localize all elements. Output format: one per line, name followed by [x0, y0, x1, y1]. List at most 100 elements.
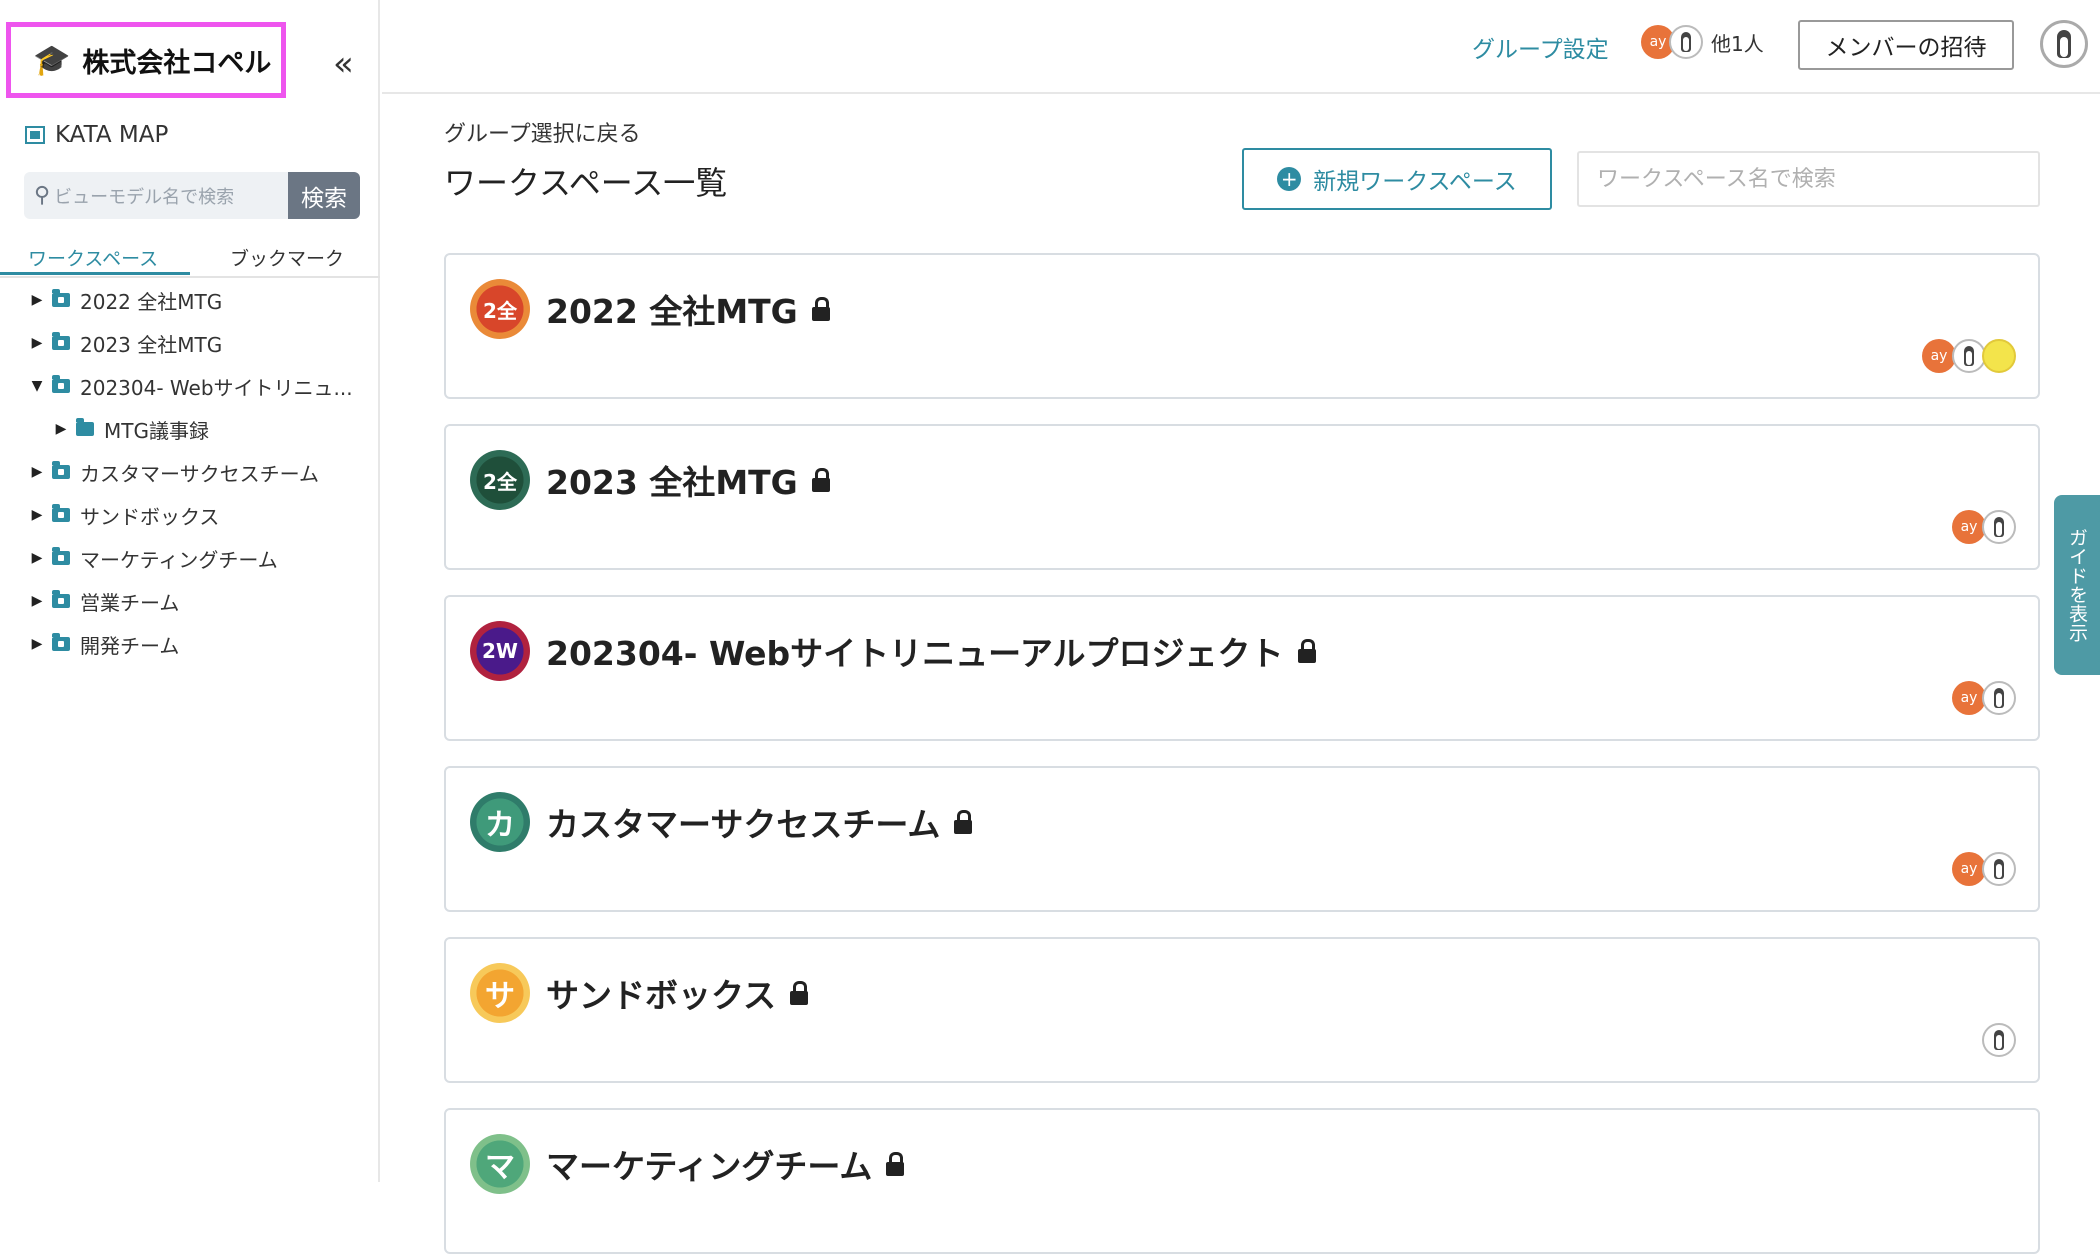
caret-right-icon[interactable]: ▶ — [30, 335, 44, 351]
kata-map-label: KATA MAP — [55, 122, 169, 148]
company-name: 株式会社コペル — [82, 47, 272, 79]
workspace-name: マーケティングチーム — [546, 1140, 905, 1188]
back-to-group-select-link[interactable]: グループ選択に戻る — [444, 116, 641, 148]
penguin-avatar-icon — [1952, 339, 1986, 373]
workspace-members: ay — [1922, 339, 2016, 373]
company-switcher[interactable]: 🎓 株式会社コペル — [6, 22, 286, 98]
workspace-icon: マ — [470, 1134, 530, 1194]
member-avatar: ay — [1922, 339, 1956, 373]
workspace-icon: サ — [470, 963, 530, 1023]
lock-icon — [1297, 639, 1316, 663]
new-workspace-button[interactable]: + 新規ワークスペース — [1242, 148, 1552, 210]
tree-item[interactable]: ▶ 2022 全社MTG — [30, 285, 222, 315]
tree-item-child[interactable]: ▶ MTG議事録 — [54, 414, 209, 444]
new-workspace-label: 新規ワークスペース — [1313, 169, 1517, 195]
penguin-avatar-icon — [1982, 510, 2016, 544]
workspace-icon: 2全 — [470, 279, 530, 339]
search-icon: ⚲ — [34, 183, 51, 208]
sidebar-tabs: ワークスペース ブックマーク — [0, 242, 380, 278]
caret-right-icon[interactable]: ▶ — [30, 636, 44, 652]
locked-folder-icon — [52, 547, 70, 565]
locked-folder-icon — [52, 289, 70, 307]
group-members[interactable]: ay 他1人 — [1641, 25, 1764, 59]
show-guide-tab[interactable]: ガイドを表示 — [2054, 495, 2100, 675]
caret-right-icon[interactable]: ▶ — [54, 421, 68, 437]
tree-item[interactable]: ▶ カスタマーサクセスチーム — [30, 457, 319, 487]
tree-item[interactable]: ▶ マーケティングチーム — [30, 543, 278, 573]
workspace-name: カスタマーサクセスチーム — [546, 798, 973, 846]
penguin-avatar-icon — [1982, 681, 2016, 715]
workspace-icon: 2W — [470, 621, 530, 681]
tree-item[interactable]: ▶ 営業チーム — [30, 586, 179, 616]
workspace-name: 202304- Webサイトリニューアルプロジェクト — [546, 627, 1316, 675]
workspace-card[interactable]: 2W 202304- Webサイトリニューアルプロジェクト ay — [444, 595, 2040, 741]
collapse-sidebar-icon[interactable]: « — [333, 44, 354, 84]
page-title: ワークスペース一覧 — [444, 164, 728, 202]
search-placeholder: ビューモデル名で検索 — [54, 186, 235, 208]
member-avatar: ay — [1952, 681, 1986, 715]
locked-folder-icon — [52, 332, 70, 350]
group-settings-link[interactable]: グループ設定 — [1472, 30, 1609, 64]
caret-right-icon[interactable]: ▶ — [30, 550, 44, 566]
workspace-icon: 2全 — [470, 450, 530, 510]
map-icon — [25, 126, 45, 144]
tree-item[interactable]: ▼ 202304- Webサイトリニュ... — [30, 371, 353, 401]
workspace-name-text: マーケティングチーム — [546, 1147, 873, 1186]
tree-item-label: サンドボックス — [80, 504, 220, 529]
workspace-members — [1982, 1023, 2016, 1057]
workspace-members: ay — [1952, 852, 2016, 886]
viewmodel-search-input[interactable]: ⚲ ビューモデル名で検索 — [24, 172, 288, 219]
search-button[interactable]: 検索 — [288, 172, 360, 219]
tab-bookmark[interactable]: ブックマーク — [230, 244, 344, 271]
workspace-card[interactable]: カ カスタマーサクセスチーム ay — [444, 766, 2040, 912]
user-avatar-penguin-icon[interactable] — [2040, 20, 2088, 68]
member-avatar: ay — [1952, 852, 1986, 886]
top-bar: グループ設定 ay 他1人 メンバーの招待 — [382, 0, 2100, 94]
tab-workspace[interactable]: ワークスペース — [28, 244, 158, 271]
caret-right-icon[interactable]: ▶ — [30, 292, 44, 308]
caret-right-icon[interactable]: ▶ — [30, 507, 44, 523]
tree-item-label: マーケティングチーム — [80, 547, 278, 572]
workspace-card[interactable]: 2全 2022 全社MTG ay — [444, 253, 2040, 399]
workspace-name-text: 2023 全社MTG — [546, 463, 798, 502]
tree-item-label: 202304- Webサイトリニュ... — [80, 375, 353, 400]
caret-down-icon[interactable]: ▼ — [30, 378, 44, 394]
caret-right-icon[interactable]: ▶ — [30, 593, 44, 609]
tree-item-label: MTG議事録 — [104, 418, 209, 443]
tree-item[interactable]: ▶ 2023 全社MTG — [30, 328, 222, 358]
workspace-card[interactable]: マ マーケティングチーム — [444, 1108, 2040, 1254]
kata-map-link[interactable]: KATA MAP — [25, 122, 168, 148]
others-count: 他1人 — [1711, 31, 1764, 56]
workspace-name-text: カスタマーサクセスチーム — [546, 805, 941, 844]
lock-icon — [811, 297, 830, 321]
locked-folder-icon — [52, 461, 70, 479]
locked-folder-icon — [52, 504, 70, 522]
workspace-name: 2023 全社MTG — [546, 456, 830, 504]
workspace-name-text: 2022 全社MTG — [546, 292, 798, 331]
graduation-cap-icon: 🎓 — [33, 42, 71, 78]
workspace-card[interactable]: サ サンドボックス — [444, 937, 2040, 1083]
sidebar: 🎓 株式会社コペル « KATA MAP ⚲ ビューモデル名で検索 検索 ワーク… — [0, 0, 380, 1182]
workspace-name-text: サンドボックス — [546, 976, 777, 1015]
workspace-card[interactable]: 2全 2023 全社MTG ay — [444, 424, 2040, 570]
workspace-members: ay — [1952, 681, 2016, 715]
tree-item[interactable]: ▶ サンドボックス — [30, 500, 219, 530]
lock-icon — [790, 981, 809, 1005]
tree-item-label: 2023 全社MTG — [80, 332, 223, 357]
penguin-avatar-icon — [1669, 25, 1703, 59]
lock-icon — [811, 468, 830, 492]
caret-right-icon[interactable]: ▶ — [30, 464, 44, 480]
active-tab-indicator — [0, 272, 190, 275]
lock-icon — [886, 1152, 905, 1176]
workspace-members: ay — [1952, 510, 2016, 544]
member-avatar: ay — [1952, 510, 1986, 544]
tree-item-label: カスタマーサクセスチーム — [80, 461, 319, 486]
workspace-name: サンドボックス — [546, 969, 809, 1017]
locked-folder-icon — [52, 590, 70, 608]
invite-members-button[interactable]: メンバーの招待 — [1798, 20, 2014, 70]
tree-item[interactable]: ▶ 開発チーム — [30, 629, 179, 659]
sidebar-search: ⚲ ビューモデル名で検索 検索 — [24, 172, 360, 219]
tree-item-label: 2022 全社MTG — [80, 289, 223, 314]
workspace-search-input[interactable] — [1577, 151, 2040, 207]
tree-item-label: 開発チーム — [80, 633, 180, 658]
